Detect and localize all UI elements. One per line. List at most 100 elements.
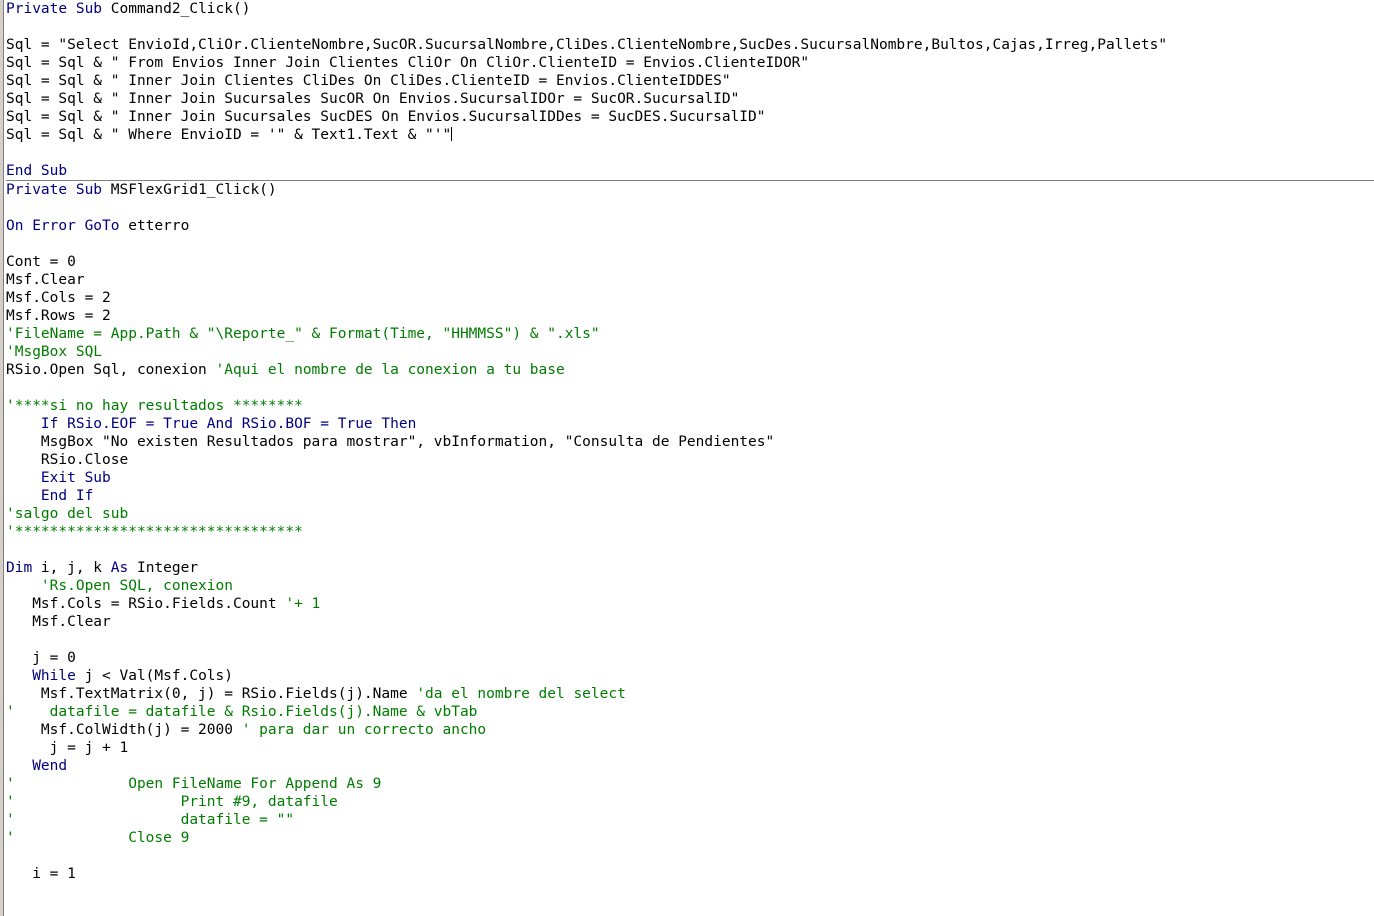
code-line-blank[interactable] — [6, 144, 1374, 162]
code-line[interactable]: If RSio.EOF = True And RSio.BOF = True T… — [6, 415, 1374, 433]
code-text: RSio.Close — [6, 452, 129, 468]
code-line[interactable]: ' Close 9 — [6, 829, 1374, 847]
code-text: Msf.Cols = RSio.Fields.Count — [6, 596, 286, 612]
code-text: Command2_Click() — [110, 1, 251, 17]
code-line-blank[interactable] — [6, 847, 1374, 865]
code-text: RSio.Open Sql, conexion — [6, 362, 216, 378]
code-keyword: End If — [6, 488, 94, 504]
code-text: Msf.ColWidth(j) = 2000 — [6, 722, 242, 738]
code-text: Integer — [136, 560, 199, 576]
code-line[interactable]: Sql = Sql & " Inner Join Sucursales SucD… — [6, 108, 1374, 126]
code-line[interactable]: Dim i, j, k As Integer — [6, 559, 1374, 577]
code-text: MsgBox "No existen Resultados para mostr… — [6, 434, 775, 450]
code-line[interactable]: MsgBox "No existen Resultados para mostr… — [6, 433, 1374, 451]
code-line[interactable]: RSio.Open Sql, conexion 'Aqui el nombre … — [6, 361, 1374, 379]
code-line[interactable]: Wend — [6, 757, 1374, 775]
code-keyword: If RSio.EOF = True And RSio.BOF = True T… — [6, 416, 417, 432]
code-line[interactable]: End If — [6, 487, 1374, 505]
code-line[interactable]: Msf.Clear — [6, 613, 1374, 631]
code-line[interactable]: ' datafile = datafile & Rsio.Fields(j).N… — [6, 703, 1374, 721]
code-line[interactable]: Sql = Sql & " Inner Join Sucursales SucO… — [6, 90, 1374, 108]
code-line[interactable]: '****si no hay resultados ******** — [6, 397, 1374, 415]
code-line-blank[interactable] — [6, 235, 1374, 253]
code-line[interactable]: While j < Val(Msf.Cols) — [6, 667, 1374, 685]
code-comment: 'MsgBox SQL — [6, 344, 103, 360]
code-text: Sql = Sql & " Inner Join Sucursales SucO… — [6, 91, 740, 107]
code-comment: 'da el nombre del select — [416, 686, 626, 702]
code-keyword: As — [110, 560, 137, 576]
code-line[interactable]: Msf.Cols = 2 — [6, 289, 1374, 307]
code-line-blank[interactable] — [6, 379, 1374, 397]
code-line-blank[interactable] — [6, 631, 1374, 649]
code-line[interactable]: Msf.Clear — [6, 271, 1374, 289]
code-line[interactable]: ' datafile = "" — [6, 811, 1374, 829]
code-line[interactable]: RSio.Close — [6, 451, 1374, 469]
code-comment: ' Open FileName For Append As 9 — [6, 776, 382, 792]
code-comment: ' Close 9 — [6, 830, 190, 846]
code-keyword: Dim — [6, 560, 41, 576]
code-keyword: On Error GoTo — [6, 218, 129, 234]
code-comment: ' datafile = datafile & Rsio.Fields(j).N… — [6, 704, 478, 720]
code-line[interactable]: 'FileName = App.Path & "\Reporte_" & For… — [6, 325, 1374, 343]
code-keyword: Private Sub — [6, 182, 111, 198]
code-text: MSFlexGrid1_Click() — [110, 182, 277, 198]
code-comment: 'FileName = App.Path & "\Reporte_" & For… — [6, 326, 600, 342]
code-comment: ' datafile = "" — [6, 812, 295, 828]
code-line[interactable]: Msf.Rows = 2 — [6, 307, 1374, 325]
code-comment: '********************************* — [6, 524, 303, 540]
code-text: Sql = Sql & " Inner Join Clientes CliDes… — [6, 73, 731, 89]
code-line-blank[interactable] — [6, 18, 1374, 36]
code-line[interactable]: Msf.Cols = RSio.Fields.Count '+ 1 — [6, 595, 1374, 613]
code-text: Msf.Cols = 2 — [6, 290, 111, 306]
code-text: etterro — [128, 218, 190, 234]
code-comment: 'salgo del sub — [6, 506, 129, 522]
code-text: j = 0 — [6, 650, 76, 666]
code-line[interactable]: Msf.ColWidth(j) = 2000 ' para dar un cor… — [6, 721, 1374, 739]
code-line[interactable]: Private Sub Command2_Click() — [6, 0, 1374, 18]
code-text: Sql = "Select EnvioId,CliOr.ClienteNombr… — [6, 37, 1168, 53]
code-keyword: While — [6, 668, 85, 684]
code-line[interactable]: 'salgo del sub — [6, 505, 1374, 523]
code-comment: ' Print #9, datafile — [6, 794, 338, 810]
code-line[interactable]: i = 1 — [6, 865, 1374, 883]
code-line-blank[interactable] — [6, 199, 1374, 217]
code-line[interactable]: ' Open FileName For Append As 9 — [6, 775, 1374, 793]
code-text: Msf.TextMatrix(0, j) = RSio.Fields(j).Na… — [6, 686, 417, 702]
code-line[interactable]: Sql = Sql & " Inner Join Clientes CliDes… — [6, 72, 1374, 90]
code-text: j < Val(Msf.Cols) — [84, 668, 233, 684]
code-line[interactable]: '********************************* — [6, 523, 1374, 541]
code-comment: 'Aqui el nombre de la conexion a tu base — [215, 362, 565, 378]
code-keyword: Private Sub — [6, 1, 111, 17]
code-text: Sql = Sql & " From Envios Inner Join Cli… — [6, 55, 810, 71]
editor-margin-indicator-bar — [0, 0, 4, 916]
code-text: Sql = Sql & " Inner Join Sucursales SucD… — [6, 109, 766, 125]
code-line[interactable]: Exit Sub — [6, 469, 1374, 487]
code-line[interactable]: Sql = "Select EnvioId,CliOr.ClienteNombr… — [6, 36, 1374, 54]
code-line-blank[interactable] — [6, 541, 1374, 559]
code-line[interactable]: Sql = Sql & " From Envios Inner Join Cli… — [6, 54, 1374, 72]
code-line[interactable]: j = 0 — [6, 649, 1374, 667]
code-line[interactable]: Cont = 0 — [6, 253, 1374, 271]
code-line[interactable]: Sql = Sql & " Where EnvioID = '" & Text1… — [6, 126, 1374, 144]
code-line[interactable]: On Error GoTo etterro — [6, 217, 1374, 235]
code-text: j = j + 1 — [6, 740, 129, 756]
code-text-area[interactable]: Private Sub Command2_Click() Sql = "Sele… — [6, 0, 1374, 916]
code-text: Msf.Rows = 2 — [6, 308, 111, 324]
code-comment: ' para dar un correcto ancho — [241, 722, 487, 738]
code-line[interactable]: 'Rs.Open SQL, conexion — [6, 577, 1374, 595]
code-line[interactable]: ' Print #9, datafile — [6, 793, 1374, 811]
code-text: Msf.Clear — [6, 614, 111, 630]
code-line[interactable]: j = j + 1 — [6, 739, 1374, 757]
code-line[interactable]: End Sub — [6, 162, 1374, 180]
code-line[interactable]: 'MsgBox SQL — [6, 343, 1374, 361]
procedure-block: Private Sub MSFlexGrid1_Click() On Error… — [6, 181, 1374, 883]
code-line[interactable]: Private Sub MSFlexGrid1_Click() — [6, 181, 1374, 199]
code-keyword: Wend — [6, 758, 68, 774]
code-keyword: Exit Sub — [6, 470, 111, 486]
code-keyword: End Sub — [6, 163, 68, 179]
code-line[interactable]: Msf.TextMatrix(0, j) = RSio.Fields(j).Na… — [6, 685, 1374, 703]
code-text: i, j, k — [40, 560, 111, 576]
code-text: Sql = Sql & " Where EnvioID = '" & Text1… — [6, 127, 452, 143]
code-comment: '+ 1 — [285, 596, 321, 612]
code-text: Msf.Clear — [6, 272, 85, 288]
